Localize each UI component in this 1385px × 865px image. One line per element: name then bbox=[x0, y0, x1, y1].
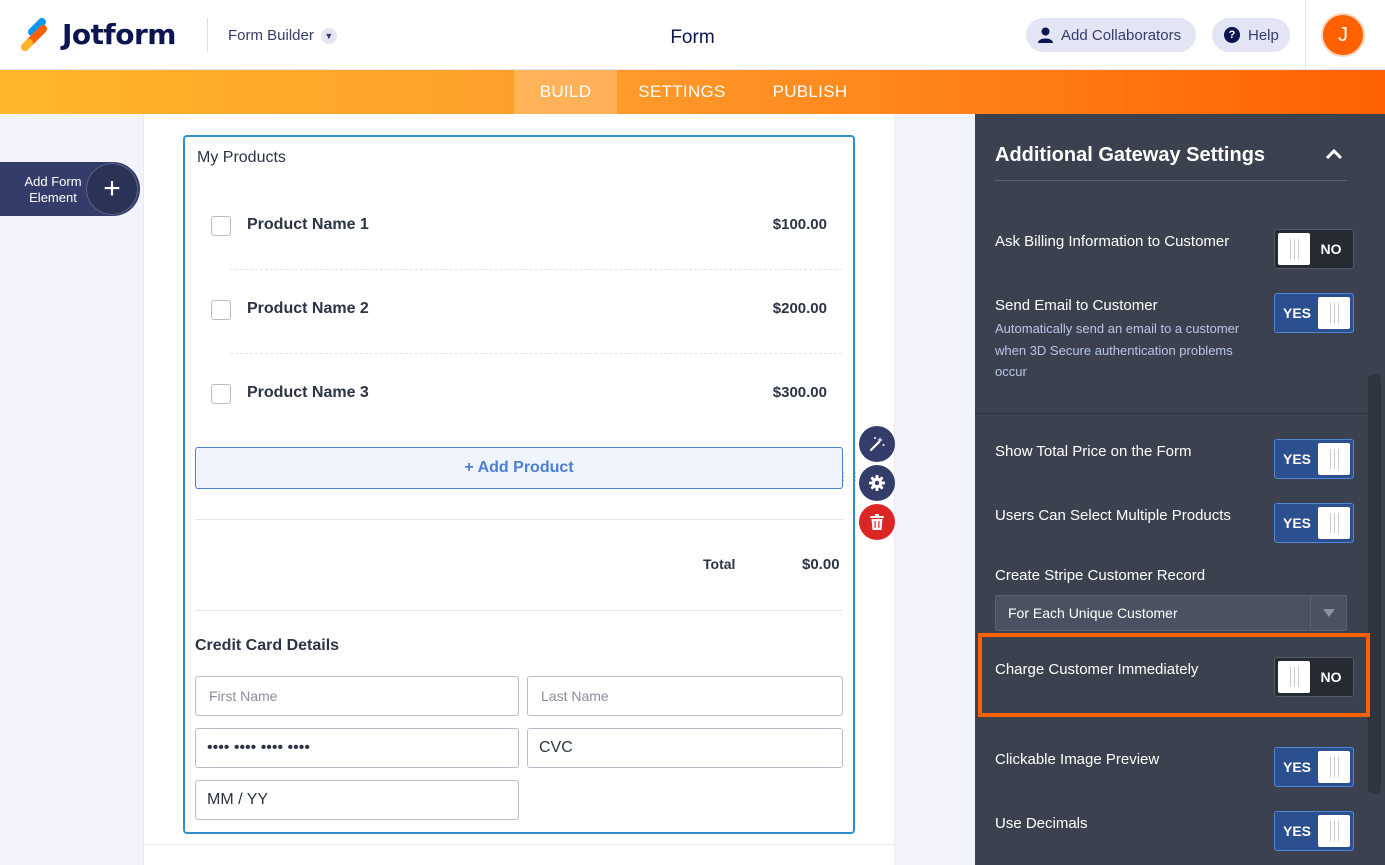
stripe-record-label: Create Stripe Customer Record bbox=[995, 567, 1206, 584]
toggle-state: YES bbox=[1282, 823, 1311, 839]
jotform-logo[interactable]: Jotform bbox=[18, 15, 176, 53]
toggle-knob bbox=[1278, 233, 1310, 265]
product-1-name: Product Name 1 bbox=[247, 216, 369, 233]
drag-handle-icon[interactable]: ⋮⋮ bbox=[838, 472, 861, 496]
product-2-checkbox[interactable] bbox=[211, 300, 231, 320]
toggle-state: YES bbox=[1282, 515, 1311, 531]
toggle-state: NO bbox=[1320, 241, 1342, 257]
product-field-title[interactable]: My Products bbox=[197, 149, 286, 167]
magic-wand-button[interactable] bbox=[859, 426, 895, 462]
send-email-description: Automatically send an email to a custome… bbox=[995, 321, 1240, 379]
multiple-products-toggle[interactable]: YES bbox=[1274, 503, 1354, 543]
ask-billing-toggle[interactable]: NO bbox=[1274, 229, 1354, 269]
toggle-state: YES bbox=[1282, 305, 1311, 321]
show-total-price-toggle[interactable]: YES bbox=[1274, 439, 1354, 479]
panel-scrollbar[interactable] bbox=[1368, 374, 1381, 794]
total-label: Total bbox=[703, 556, 736, 572]
image-preview-toggle[interactable]: YES bbox=[1274, 747, 1354, 787]
stripe-record-value: For Each Unique Customer bbox=[1008, 605, 1178, 621]
chevron-down-icon: ▼ bbox=[320, 27, 337, 44]
panel-section-divider bbox=[975, 413, 1370, 414]
form-page-divider bbox=[143, 844, 895, 845]
toggle-knob bbox=[1318, 507, 1350, 539]
user-avatar[interactable]: J bbox=[1321, 13, 1365, 57]
add-form-element-label: Add Form Element bbox=[24, 174, 82, 205]
product-3-checkbox[interactable] bbox=[211, 384, 231, 404]
ask-billing-label: Ask Billing Information to Customer bbox=[995, 233, 1230, 250]
expiry-input[interactable]: MM / YY bbox=[195, 780, 519, 820]
question-icon: ? bbox=[1224, 27, 1240, 43]
jotform-logo-icon bbox=[18, 15, 50, 53]
cvc-input[interactable]: CVC bbox=[527, 728, 843, 768]
magic-wand-icon bbox=[869, 437, 885, 452]
header-divider-right bbox=[1305, 0, 1306, 70]
panel-title-divider bbox=[995, 180, 1347, 181]
chevron-down-icon bbox=[1310, 596, 1346, 630]
product-1-price: $100.00 bbox=[772, 216, 827, 233]
send-email-toggle[interactable]: YES bbox=[1274, 293, 1354, 333]
tab-settings[interactable]: SETTINGS bbox=[630, 70, 734, 114]
toggle-knob bbox=[1278, 661, 1310, 693]
total-value: $0.00 bbox=[802, 556, 840, 573]
card-number-input[interactable]: •••• •••• •••• •••• bbox=[195, 728, 519, 768]
toggle-state: NO bbox=[1320, 669, 1342, 685]
toggle-knob bbox=[1318, 297, 1350, 329]
help-button[interactable]: ? Help bbox=[1212, 18, 1290, 52]
form-builder-dropdown[interactable]: Form Builder ▼ bbox=[228, 27, 337, 44]
top-header: Jotform Form Builder ▼ Form Add Collabor… bbox=[0, 0, 1385, 70]
use-decimals-toggle[interactable]: YES bbox=[1274, 811, 1354, 851]
stripe-record-select[interactable]: For Each Unique Customer bbox=[995, 595, 1347, 631]
total-divider-bottom bbox=[195, 610, 843, 611]
toggle-knob bbox=[1318, 443, 1350, 475]
product-divider bbox=[230, 269, 842, 270]
form-builder-label: Form Builder bbox=[228, 27, 314, 44]
header-divider bbox=[207, 18, 208, 52]
delete-field-button[interactable] bbox=[859, 504, 895, 540]
field-settings-button[interactable] bbox=[859, 465, 895, 501]
first-name-input[interactable]: First Name bbox=[195, 676, 519, 716]
show-total-price-label: Show Total Price on the Form bbox=[995, 443, 1192, 460]
toggle-knob bbox=[1318, 815, 1350, 847]
help-label: Help bbox=[1248, 26, 1279, 44]
product-2-price: $200.00 bbox=[772, 300, 827, 317]
charge-immediately-label: Charge Customer Immediately bbox=[995, 661, 1199, 678]
product-divider bbox=[230, 353, 842, 354]
brand-name: Jotform bbox=[62, 18, 176, 51]
toggle-knob bbox=[1318, 751, 1350, 783]
toggle-state: YES bbox=[1282, 759, 1311, 775]
last-name-input[interactable]: Last Name bbox=[527, 676, 843, 716]
panel-title: Additional Gateway Settings bbox=[995, 144, 1266, 166]
chevron-up-icon[interactable] bbox=[1324, 144, 1344, 164]
add-form-element-button[interactable]: Add Form Element + bbox=[0, 162, 140, 216]
image-preview-label: Clickable Image Preview bbox=[995, 751, 1160, 768]
total-divider-top bbox=[195, 519, 843, 520]
tab-publish[interactable]: PUBLISH bbox=[762, 70, 858, 114]
product-3-price: $300.00 bbox=[772, 384, 827, 401]
product-3-name: Product Name 3 bbox=[247, 384, 369, 401]
toggle-state: YES bbox=[1282, 451, 1311, 467]
multiple-products-label: Users Can Select Multiple Products bbox=[995, 507, 1231, 524]
send-email-label: Send Email to Customer bbox=[995, 297, 1158, 314]
trash-icon bbox=[870, 514, 884, 530]
add-product-button[interactable]: + Add Product bbox=[195, 447, 843, 489]
use-decimals-label: Use Decimals bbox=[995, 815, 1088, 832]
add-collaborators-label: Add Collaborators bbox=[1061, 26, 1182, 44]
add-collaborators-button[interactable]: Add Collaborators bbox=[1026, 18, 1196, 52]
user-icon bbox=[1038, 27, 1053, 43]
charge-immediately-toggle[interactable]: NO bbox=[1274, 657, 1354, 697]
product-1-checkbox[interactable] bbox=[211, 216, 231, 236]
credit-card-title: Credit Card Details bbox=[195, 637, 340, 654]
gear-icon bbox=[869, 475, 885, 491]
builder-nav-bar: BUILD SETTINGS PUBLISH bbox=[0, 70, 1385, 114]
tab-build[interactable]: BUILD bbox=[514, 70, 617, 114]
product-2-name: Product Name 2 bbox=[247, 300, 369, 317]
plus-icon: + bbox=[86, 163, 138, 215]
